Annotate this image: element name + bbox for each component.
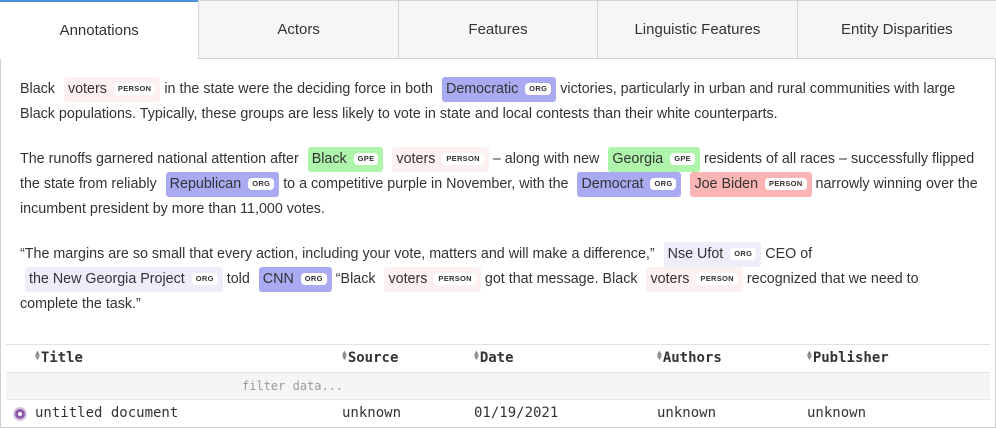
entity-label-badge: ORG <box>191 273 218 285</box>
entity-text: voters <box>67 81 107 97</box>
text-span: to a competitive purple in November, wit… <box>283 176 569 192</box>
text-span: Black <box>20 81 55 97</box>
tab-entity-disparities[interactable]: Entity Disparities <box>796 0 996 59</box>
sort-icon: ▲ ▼ <box>342 348 347 362</box>
entity-text: voters <box>388 271 428 287</box>
text-span: “The margins are so small that every act… <box>20 246 655 262</box>
cell-publisher: unknown <box>807 405 867 421</box>
text-span: got that message. Black <box>484 271 638 287</box>
column-header-authors[interactable]: ▲ ▼ Authors <box>657 345 722 372</box>
text-span: “Black <box>335 271 376 287</box>
column-header-publisher[interactable]: ▲ ▼ Publisher <box>807 345 889 372</box>
entity-label-badge: PERSON <box>765 178 807 190</box>
column-header-date[interactable]: ▲ ▼ Date <box>474 345 514 372</box>
entity-text: Black <box>311 151 347 167</box>
sort-icon: ▲ ▼ <box>474 348 479 362</box>
tab-actors[interactable]: Actors <box>198 0 398 59</box>
column-header-title[interactable]: ▲ ▼ Title <box>35 345 83 372</box>
document-dot-icon[interactable] <box>13 407 27 421</box>
entity-person[interactable]: voters PERSON <box>646 267 743 292</box>
entity-text: Georgia <box>612 151 664 167</box>
text-span: – along with new <box>492 151 600 167</box>
column-header-label: Date <box>479 350 514 366</box>
entity-label-badge: PERSON <box>442 153 484 165</box>
text-span: in the state were the deciding force in … <box>164 81 434 97</box>
entity-person[interactable]: voters PERSON <box>63 77 161 102</box>
entity-org[interactable]: Republican ORG <box>165 172 280 197</box>
entity-gpe[interactable]: Black GPE <box>307 147 384 172</box>
entity-text: Nse Ufot <box>667 246 724 262</box>
entity-person[interactable]: voters PERSON <box>384 267 481 292</box>
entity-label-badge: PERSON <box>696 273 738 285</box>
entity-text: CNN <box>262 271 294 287</box>
cell-title: untitled document <box>35 405 179 421</box>
entity-label-badge: GPE <box>670 153 695 165</box>
entity-org[interactable]: Democrat ORG <box>577 172 682 197</box>
entity-person[interactable]: voters PERSON <box>392 147 489 172</box>
column-header-label: Source <box>347 350 399 366</box>
entity-text: Democrat <box>581 176 644 192</box>
sort-icon: ▲ ▼ <box>657 348 662 362</box>
entity-label-badge: ORG <box>525 83 552 95</box>
entity-org[interactable]: Democratic ORG <box>442 77 557 102</box>
table-row[interactable]: untitled document unknown 01/19/2021 unk… <box>6 400 990 427</box>
entity-org[interactable]: Nse Ufot ORG <box>663 242 762 267</box>
text-span: CEO of <box>765 246 813 262</box>
text-span: The runoffs garnered national attention … <box>20 151 299 167</box>
entity-person[interactable]: Joe Biden PERSON <box>690 172 812 197</box>
cell-authors: unknown <box>657 405 717 421</box>
paragraph: “The margins are so small that every act… <box>20 242 978 317</box>
entity-label-badge: PERSON <box>113 83 156 95</box>
cell-source: unknown <box>342 405 402 421</box>
column-header-source[interactable]: ▲ ▼ Source <box>342 345 398 372</box>
entity-gpe[interactable]: Georgia GPE <box>608 147 700 172</box>
entity-label-badge: ORG <box>730 248 757 260</box>
entity-text: the New Georgia Project <box>29 271 185 287</box>
paragraph: The runoffs garnered national attention … <box>20 147 978 222</box>
entity-label-badge: GPE <box>353 153 379 165</box>
entity-org[interactable]: CNN ORG <box>258 267 332 292</box>
text-span: told <box>226 271 250 287</box>
column-header-label: Title <box>40 350 83 366</box>
filter-row <box>6 373 990 400</box>
entity-text: Joe Biden <box>694 176 759 192</box>
tab-features[interactable]: Features <box>397 0 598 59</box>
entity-text: Democratic <box>446 81 519 97</box>
filter-input[interactable] <box>242 376 422 396</box>
documents-table: ▲ ▼ Title ▲ ▼ Source ▲ ▼ Date ▲ ▼ Authors ▲ ▼ Publ… <box>6 344 990 427</box>
tab-annotations[interactable]: Annotations <box>0 0 199 59</box>
sort-icon: ▲ ▼ <box>35 348 40 362</box>
entity-label-badge: PERSON <box>434 273 476 285</box>
tab-linguistic-features[interactable]: Linguistic Features <box>597 0 797 59</box>
sort-icon: ▲ ▼ <box>807 348 812 362</box>
entity-org[interactable]: the New Georgia Project ORG <box>25 267 223 292</box>
entity-text: Republican <box>169 176 242 192</box>
entity-label-badge: ORG <box>300 273 327 285</box>
tab-bar: Annotations Actors Features Linguistic F… <box>0 0 996 60</box>
paragraph: Black voters PERSON in the state were the … <box>20 77 978 127</box>
entity-label-badge: ORG <box>248 178 275 190</box>
entity-text: voters <box>650 271 690 287</box>
cell-date: 01/19/2021 <box>474 405 559 421</box>
column-header-label: Authors <box>662 350 722 366</box>
table-header-row: ▲ ▼ Title ▲ ▼ Source ▲ ▼ Date ▲ ▼ Authors ▲ ▼ Publ… <box>6 344 990 373</box>
entity-label-badge: ORG <box>650 178 677 190</box>
entity-text: voters <box>396 151 436 167</box>
annotated-text: Black voters PERSON in the state were the … <box>20 77 978 317</box>
column-header-label: Publisher <box>812 350 889 366</box>
